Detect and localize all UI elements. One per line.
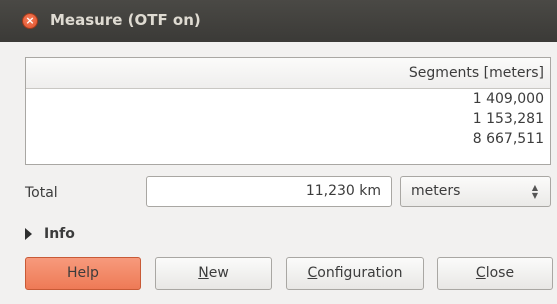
spin-arrows-icon: ▲ ▼ [531,183,539,200]
close-button-label: lose [485,265,515,281]
close-button-mnemonic: C [475,265,486,281]
configuration-button-mnemonic: C [307,265,318,281]
info-label: Info [44,226,75,242]
column-header-segments[interactable]: Segments [meters] [26,58,550,89]
units-select[interactable]: meters ▲ ▼ [400,176,551,207]
help-button[interactable]: Help [25,257,141,290]
new-button-mnemonic: N [198,265,209,281]
table-row[interactable]: 1 153,281 [26,109,550,129]
new-button-label: ew [208,265,229,281]
configuration-button[interactable]: Configuration [286,257,424,290]
info-expander[interactable]: Info [25,224,75,244]
new-button[interactable]: New [155,257,272,290]
expand-arrow-icon [25,228,32,240]
title-bar: × Measure (OTF on) [0,0,557,42]
table-row[interactable]: 1 409,000 [26,89,550,109]
window-close-button[interactable]: × [22,13,38,29]
close-icon: × [25,14,35,27]
configuration-button-label: onfiguration [317,265,403,281]
units-selected-value: meters [411,183,461,199]
help-button-label: Help [67,265,99,281]
total-label: Total [25,185,58,201]
total-value-field[interactable]: 11,230 km [146,176,392,207]
segments-table[interactable]: Segments [meters] 1 409,000 1 153,281 8 … [25,57,551,165]
close-button[interactable]: Close [437,257,553,290]
window-title: Measure (OTF on) [50,11,201,29]
table-row[interactable]: 8 667,511 [26,129,550,149]
